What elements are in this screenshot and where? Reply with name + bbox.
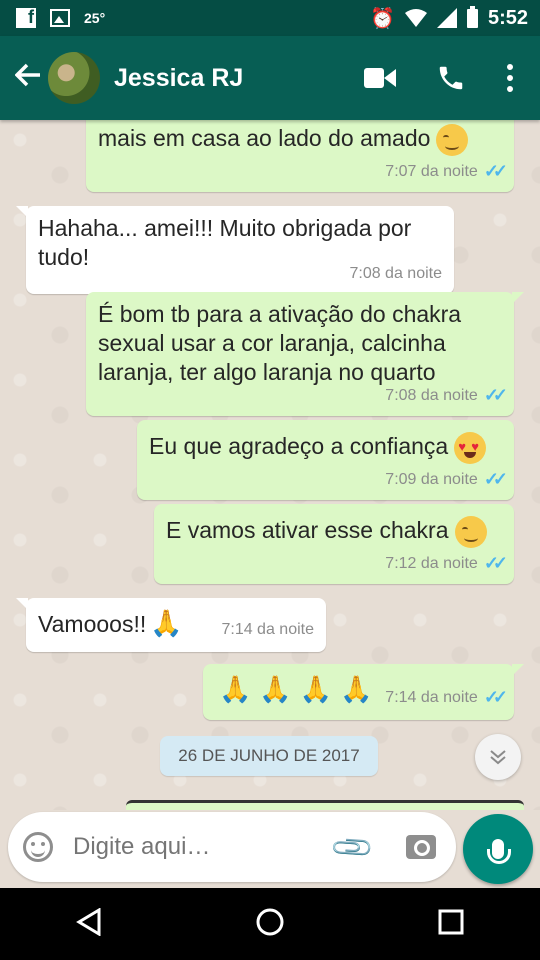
folded-hands-emoji: 🙏 (340, 674, 373, 704)
voice-message-button[interactable] (463, 814, 533, 884)
battery-icon (466, 5, 478, 28)
message-text: É bom tb para a ativação do chakra sexua… (98, 301, 462, 385)
back-arrow-icon[interactable] (8, 61, 48, 95)
nav-back-icon[interactable] (76, 906, 102, 941)
message-time: 7:14 da noite (221, 621, 314, 638)
read-ticks-icon: ✓✓ (483, 161, 508, 181)
message-bubble-outgoing[interactable]: E vamos ativar esse chakra 7:12 da noite… (154, 504, 514, 584)
camera-icon[interactable] (405, 835, 436, 859)
alarm-icon: ⏰ (370, 7, 395, 30)
folded-hands-emoji: 🙏 (259, 674, 292, 704)
smiling-blush-emoji (454, 516, 487, 548)
message-time: 7:12 da noite (385, 555, 478, 572)
read-ticks-icon: ✓✓ (483, 469, 508, 489)
date-divider: 26 DE JUNHO DE 2017 (160, 736, 378, 776)
video-call-icon[interactable] (364, 67, 396, 89)
message-bubble-outgoing[interactable]: É bom tb para a ativação do chakra sexua… (86, 292, 524, 416)
android-navigation-bar (0, 888, 540, 960)
message-bubble-outgoing[interactable]: mais em casa ao lado do amado 7:07 da no… (86, 120, 514, 192)
wifi-icon (404, 9, 427, 27)
folded-hands-emoji: 🙏 (219, 674, 252, 704)
chat-header: Jessica RJ (0, 36, 540, 120)
facebook-icon: f (16, 7, 36, 28)
message-time: 7:14 da noite (385, 689, 478, 706)
message-bubble-outgoing-partial (126, 800, 524, 810)
avatar[interactable] (48, 52, 100, 104)
chevron-down-icon (490, 750, 506, 765)
more-options-icon[interactable] (506, 64, 514, 92)
folded-hands-emoji: 🙏 (299, 674, 333, 704)
message-time: 7:09 da noite (385, 471, 478, 488)
message-text: Vamooos!! (38, 611, 147, 637)
message-input-container: 📎 (8, 812, 456, 882)
attach-icon[interactable]: 📎 (328, 823, 376, 871)
message-bubble-outgoing[interactable]: 🙏 🙏 🙏 🙏 7:14 da noite ✓✓ (203, 664, 524, 720)
nav-recents-icon[interactable] (438, 909, 464, 940)
message-bubble-incoming[interactable]: Hahaha... amei!!! Muito obrigada por tud… (16, 206, 454, 294)
clock-time: 5:52 (487, 6, 528, 29)
message-time: 7:08 da noite (385, 387, 478, 404)
contact-name[interactable]: Jessica RJ (114, 64, 243, 93)
microphone-icon (487, 839, 511, 864)
smiling-blush-emoji (436, 124, 469, 156)
read-ticks-icon: ✓✓ (483, 687, 508, 707)
compose-bar: 📎 (0, 810, 540, 888)
heart-eyes-emoji: ♥ ♥ (454, 432, 487, 464)
chat-area[interactable]: mais em casa ao lado do amado 7:07 da no… (0, 120, 540, 810)
signal-icon (436, 8, 457, 28)
message-text: Eu que agradeço a confiança (149, 433, 449, 460)
read-ticks-icon: ✓✓ (483, 385, 508, 405)
folded-hands-emoji: 🙏 (150, 608, 183, 638)
nav-home-icon[interactable] (255, 907, 285, 942)
message-bubble-incoming[interactable]: Vamooos!! 🙏 7:14 da noite (16, 598, 326, 652)
message-input[interactable] (71, 832, 325, 862)
phone-icon[interactable] (436, 63, 466, 93)
message-time: 7:07 da noite (385, 163, 478, 180)
status-bar: f 25° ⏰ 5:52 (0, 0, 540, 36)
message-text: E vamos ativar esse chakra (166, 517, 449, 544)
temperature-label: 25° (84, 10, 106, 26)
scroll-to-bottom-button[interactable] (475, 734, 521, 780)
message-bubble-outgoing[interactable]: Eu que agradeço a confiança ♥ ♥ 7:09 da no… (137, 420, 514, 500)
message-time: 7:08 da noite (349, 265, 442, 282)
emoji-icon[interactable] (23, 832, 53, 862)
message-text: mais em casa ao lado do amado (98, 125, 431, 152)
gallery-icon (50, 9, 70, 27)
read-ticks-icon: ✓✓ (483, 553, 508, 573)
